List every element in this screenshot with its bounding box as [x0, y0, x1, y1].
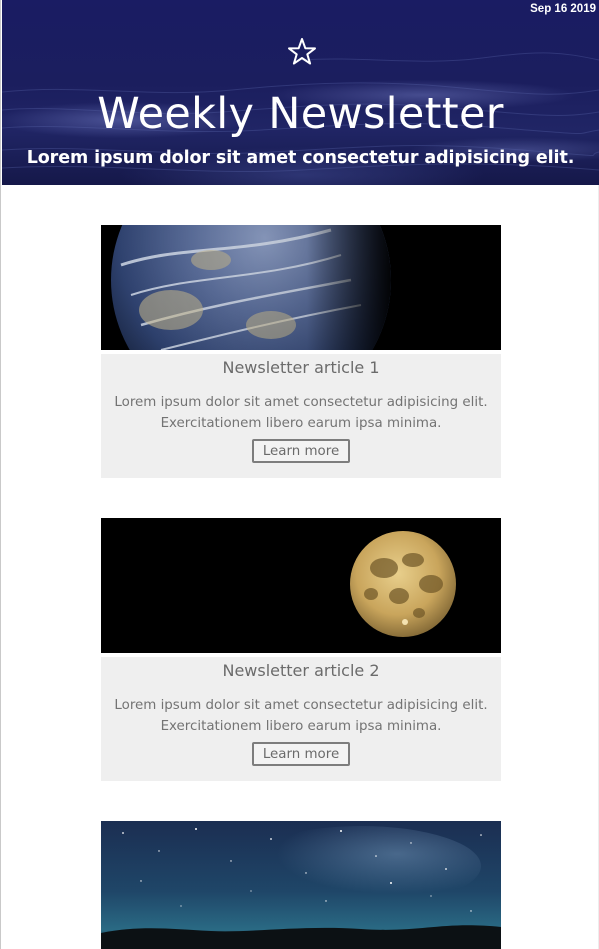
article-title: Newsletter article 1 [222, 358, 380, 377]
night-sky-image [101, 821, 501, 949]
article-card: Newsletter article 1 Lorem ipsum dolor s… [101, 225, 501, 478]
issue-date: Sep 16 2019 [530, 3, 596, 15]
earth-image [101, 225, 501, 350]
star-icon [288, 38, 316, 65]
page-border-left [0, 0, 1, 949]
article-content: Newsletter article 2 Lorem ipsum dolor s… [101, 657, 501, 781]
article-card: Newsletter article 2 Lorem ipsum dolor s… [101, 518, 501, 781]
newsletter-subtitle: Lorem ipsum dolor sit amet consectetur a… [26, 148, 575, 168]
article-description: Lorem ipsum dolor sit amet consectetur a… [101, 695, 501, 737]
article-description-line: Lorem ipsum dolor sit amet consectetur a… [114, 698, 488, 713]
newsletter-header: Sep 16 2019 Weekly Newsletter Lorem ipsu… [2, 0, 599, 185]
article-card [101, 821, 501, 949]
article-description: Lorem ipsum dolor sit amet consectetur a… [101, 392, 501, 434]
article-description-line: Exercitationem libero earum ipsa minima. [160, 416, 442, 431]
newsletter-title: Weekly Newsletter [97, 89, 504, 139]
learn-more-button[interactable]: Learn more [251, 439, 351, 463]
learn-more-button[interactable]: Learn more [251, 742, 351, 766]
article-description-line: Exercitationem libero earum ipsa minima. [160, 719, 442, 734]
moon-image [101, 518, 501, 653]
article-description-line: Lorem ipsum dolor sit amet consectetur a… [114, 395, 488, 410]
article-title: Newsletter article 2 [222, 661, 380, 680]
article-content: Newsletter article 1 Lorem ipsum dolor s… [101, 354, 501, 478]
